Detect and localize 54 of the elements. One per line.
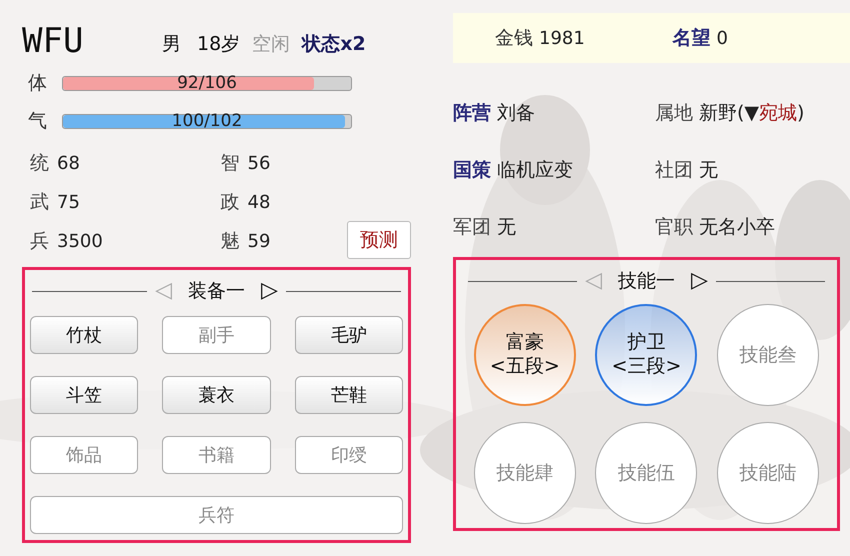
info-value: 新野(▼宛城)	[699, 101, 804, 126]
next-arrow[interactable]: ▷	[261, 280, 278, 302]
info-label: 官职	[655, 215, 693, 240]
stat-label: 统	[30, 151, 49, 176]
resource-value: 0	[716, 26, 728, 50]
stat-value: 3500	[57, 230, 103, 254]
info-label: 军团	[453, 215, 491, 240]
stat-value: 68	[57, 152, 80, 176]
stat-label: 兵	[30, 229, 49, 254]
equipment-slot[interactable]: 毛驴	[294, 316, 403, 354]
equipment-slot[interactable]: 副手	[162, 316, 271, 354]
previous-arrow[interactable]: ◁	[155, 280, 172, 302]
previous-arrow[interactable]: ◁	[585, 270, 602, 292]
stat-label: 武	[30, 190, 49, 216]
info-value: 无	[497, 215, 516, 240]
predict-button[interactable]: 预测	[347, 221, 411, 259]
bar-reading: 100/102	[170, 114, 244, 128]
info-label: 阵营	[453, 101, 491, 126]
character-name: WFU	[22, 24, 84, 58]
equipment-slot[interactable]: 斗笠	[30, 376, 138, 414]
equipment-slot[interactable]: 印绶	[294, 436, 403, 474]
equipment-slot[interactable]: 蓑衣	[162, 376, 271, 414]
stat-value: 48	[248, 191, 270, 215]
info-value: 无名小卒	[699, 215, 775, 240]
stat-value: 56	[248, 152, 270, 176]
stat-label: 智	[220, 151, 240, 176]
info-label: 社团	[655, 158, 693, 184]
bar-label: 体	[28, 70, 48, 96]
stat-value: 59	[248, 230, 270, 254]
equipment-slot[interactable]: 竹杖	[30, 316, 138, 354]
info-value: 刘备	[497, 101, 535, 126]
equipment-slot[interactable]: 芒鞋	[294, 376, 403, 414]
status-text: 空闲	[252, 32, 290, 56]
stat-value: 75	[57, 191, 80, 215]
stat-label: 政	[220, 190, 240, 216]
info-value: 无	[699, 158, 718, 184]
gender: 男	[162, 32, 181, 56]
resource-value: 1981	[539, 26, 585, 50]
resource-label: 金钱	[495, 26, 533, 51]
info-label: 国策	[453, 158, 491, 184]
section-title: 技能一	[617, 268, 676, 294]
equipment-slot[interactable]: 兵符	[30, 496, 403, 534]
bar-reading: 92/106	[176, 76, 238, 90]
equipment-slot[interactable]: 书籍	[162, 436, 271, 474]
age: 18岁	[197, 32, 240, 56]
equipment-slot[interactable]: 饰品	[30, 436, 138, 474]
next-arrow[interactable]: ▷	[691, 270, 708, 292]
resource-label: 名望	[672, 26, 710, 51]
bar-label: 气	[28, 108, 48, 134]
section-title: 装备一	[187, 278, 246, 304]
info-label: 属地	[655, 101, 693, 126]
stat-label: 魅	[220, 229, 240, 254]
info-value: 临机应变	[497, 158, 573, 184]
buff-text: 状态x2	[302, 32, 366, 56]
